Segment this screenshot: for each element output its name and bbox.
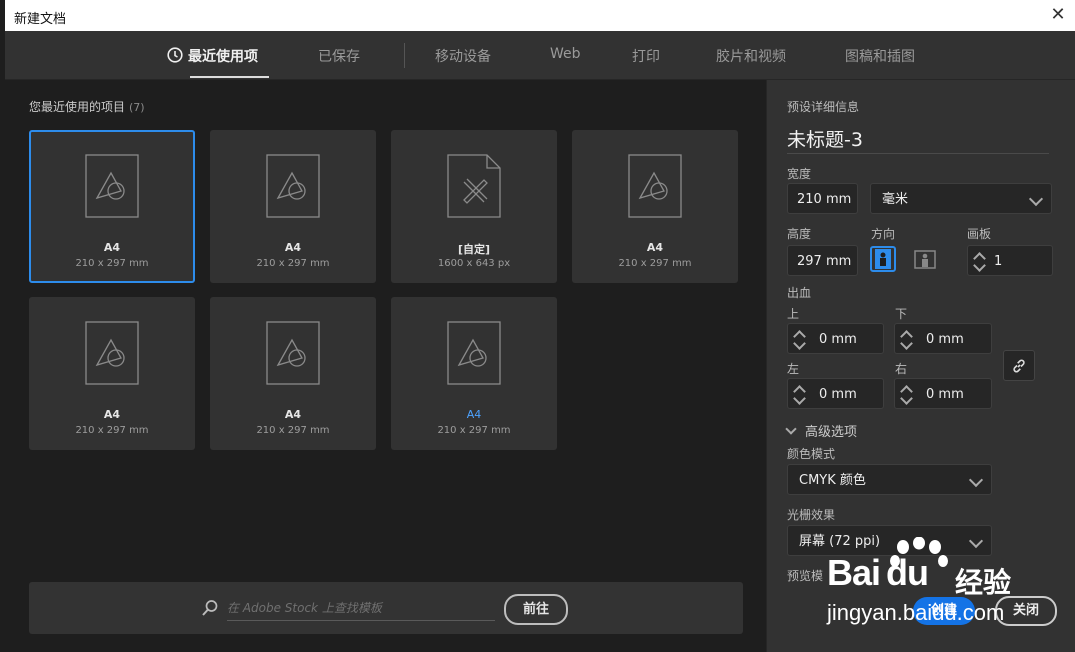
document-shapes-icon: [266, 321, 320, 385]
tab-art-illustration[interactable]: 图稿和插图: [845, 46, 915, 66]
recent-item-name: [自定]: [457, 243, 491, 256]
title-bar: 新建文档 ✕: [5, 0, 1075, 31]
document-shapes-icon: [85, 321, 139, 385]
tab-saved[interactable]: 已保存: [318, 46, 360, 66]
recent-count: (7): [129, 101, 145, 114]
recent-item-name: A4: [466, 408, 482, 421]
tab-mobile[interactable]: 移动设备: [435, 46, 491, 66]
document-shapes-icon: [85, 154, 139, 218]
artboards-stepper[interactable]: 1: [967, 245, 1053, 276]
portrait-icon: [875, 249, 891, 269]
close-icon[interactable]: ✕: [1046, 3, 1070, 27]
chevron-down-icon: [785, 423, 797, 435]
tab-recent[interactable]: 最近使用项: [188, 46, 258, 66]
document-name-field[interactable]: 未标题-3: [787, 125, 863, 152]
document-shapes-icon: [447, 321, 501, 385]
clock-icon: [167, 47, 183, 63]
portrait-orientation-button[interactable]: [870, 246, 896, 272]
bleed-label: 出血: [787, 286, 812, 300]
preset-section-label: 预设详细信息: [787, 100, 860, 114]
watermark-brand: Bai du: [827, 552, 929, 593]
chevron-down-icon: [968, 472, 984, 488]
width-label: 宽度: [787, 167, 812, 181]
stepper-arrows-icon[interactable]: [793, 328, 806, 350]
document-name-underline: [787, 153, 1049, 154]
stepper-arrows-icon[interactable]: [793, 383, 806, 405]
watermark-brand-cn: 经验: [955, 566, 1012, 599]
orientation-label: 方向: [871, 227, 896, 241]
unit-select[interactable]: 毫米: [870, 183, 1052, 214]
tab-print[interactable]: 打印: [632, 46, 660, 66]
stock-search-input[interactable]: [227, 596, 495, 621]
link-bleed-button[interactable]: [1003, 350, 1035, 381]
preview-mode-label: 预览模: [787, 569, 824, 583]
color-mode-select[interactable]: CMYK 颜色: [787, 464, 992, 495]
recent-item-dims: 210 x 297 mm: [437, 425, 511, 436]
recent-item-name: A4: [284, 408, 302, 421]
chevron-down-icon: [1028, 191, 1044, 207]
bleed-bottom-input[interactable]: 0 mm: [894, 323, 992, 354]
recent-item-name: A4: [646, 241, 664, 254]
active-tab-underline: [190, 76, 269, 78]
category-tabs: 最近使用项 已保存 移动设备 Web 打印 胶片和视频 图稿和插图: [5, 31, 1075, 80]
recent-item-card[interactable]: A4 210 x 297 mm: [210, 130, 376, 283]
stepper-arrows-icon[interactable]: [900, 383, 913, 405]
recent-item-card[interactable]: A4 210 x 297 mm: [572, 130, 738, 283]
watermark-url: jingyan.baidu.com: [827, 600, 1005, 625]
document-shapes-icon: [266, 154, 320, 218]
bleed-bottom-label: 下: [895, 307, 908, 321]
recent-item-card[interactable]: A4 210 x 297 mm: [29, 130, 195, 283]
recent-item-name: A4: [103, 241, 121, 254]
recent-panel: 您最近使用的项目 (7) A4 210 x 297 mm A4 210 x 297…: [5, 80, 766, 652]
stepper-arrows-icon[interactable]: [900, 328, 913, 350]
tab-film-video[interactable]: 胶片和视频: [716, 46, 786, 66]
bleed-top-input[interactable]: 0 mm: [787, 323, 884, 354]
bleed-right-input[interactable]: 0 mm: [894, 378, 992, 409]
document-tools-icon: [447, 154, 501, 218]
artboards-label: 画板: [967, 227, 992, 241]
raster-effects-label: 光栅效果: [787, 508, 836, 522]
recent-item-dims: 210 x 297 mm: [256, 258, 330, 269]
recent-item-name: A4: [284, 241, 302, 254]
height-input[interactable]: 297 mm: [787, 245, 858, 276]
height-label: 高度: [787, 227, 812, 241]
search-icon: [202, 600, 218, 616]
bleed-left-input[interactable]: 0 mm: [787, 378, 884, 409]
link-icon: [1013, 359, 1025, 373]
recent-item-card[interactable]: A4 210 x 297 mm: [391, 297, 557, 450]
tab-web[interactable]: Web: [550, 46, 581, 62]
recent-item-dims: 210 x 297 mm: [75, 258, 149, 269]
recent-item-dims: 210 x 297 mm: [256, 425, 330, 436]
recent-item-dims: 1600 x 643 px: [437, 258, 511, 269]
recent-item-dims: 210 x 297 mm: [75, 425, 149, 436]
bleed-left-label: 左: [787, 362, 800, 376]
width-input[interactable]: 210 mm: [787, 183, 858, 214]
color-mode-label: 颜色模式: [787, 447, 836, 461]
landscape-orientation-button[interactable]: [912, 246, 938, 272]
recent-item-card[interactable]: [自定] 1600 x 643 px: [391, 130, 557, 283]
go-button[interactable]: 前往: [504, 594, 568, 625]
baidu-watermark: Bai du 经验 jingyan.baidu.com: [825, 535, 1075, 635]
window-title: 新建文档: [14, 12, 67, 27]
landscape-icon: [914, 250, 936, 269]
recent-item-card[interactable]: A4 210 x 297 mm: [29, 297, 195, 450]
document-shapes-icon: [628, 154, 682, 218]
recent-item-name: A4: [103, 408, 121, 421]
recent-item-card[interactable]: A4 210 x 297 mm: [210, 297, 376, 450]
tab-divider: [404, 43, 405, 68]
recent-section-label: 您最近使用的项目 (7): [29, 100, 145, 114]
stepper-arrows-icon[interactable]: [973, 250, 986, 272]
stock-search-bar: 前往: [29, 582, 743, 634]
recent-item-dims: 210 x 297 mm: [618, 258, 692, 269]
bleed-right-label: 右: [895, 362, 908, 376]
advanced-options-toggle[interactable]: 高级选项: [785, 421, 857, 440]
bleed-top-label: 上: [787, 307, 800, 321]
